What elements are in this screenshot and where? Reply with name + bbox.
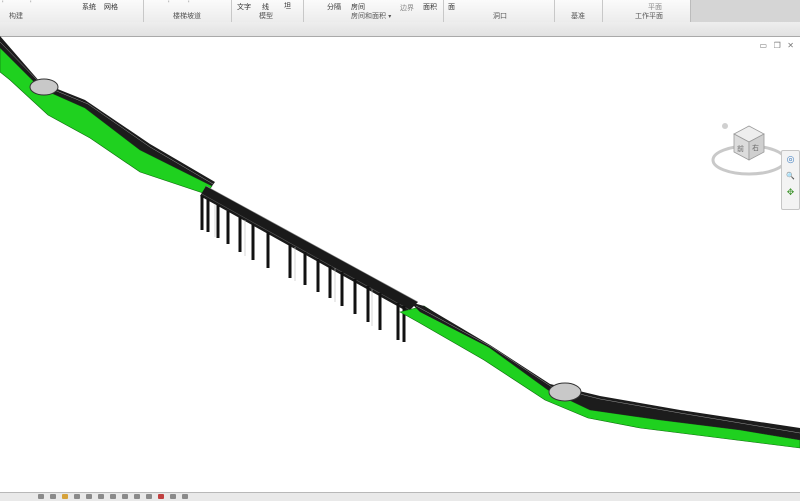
analysis-icon[interactable]: [158, 494, 164, 499]
viewcube-front-label: 前: [737, 144, 744, 153]
zoom-icon[interactable]: 🔍: [784, 170, 797, 183]
lock-icon[interactable]: [122, 494, 128, 499]
bridge-model[interactable]: [0, 0, 800, 500]
home-icon[interactable]: [722, 123, 728, 129]
visual-style-icon[interactable]: [86, 494, 92, 499]
bridge-deck: [200, 186, 418, 312]
steering-wheel-icon[interactable]: ◎: [784, 154, 797, 167]
bridge-deck-rail-top: [205, 185, 419, 303]
navigation-bar: ◎ 🔍 ✥: [781, 150, 800, 210]
viewcube-side-label: 右: [752, 143, 759, 152]
scale-icon[interactable]: [38, 494, 44, 499]
temp-hide-icon[interactable]: [134, 494, 140, 499]
reveal-hidden-icon[interactable]: [146, 494, 152, 499]
junction-node-right: [548, 382, 582, 402]
3d-viewport[interactable]: ▭ ❐ ✕ 前 右 ◎ 🔍 ✥: [0, 36, 800, 492]
pan-icon[interactable]: ✥: [784, 187, 797, 200]
constraints-icon[interactable]: [182, 494, 188, 499]
bridge-piers: [200, 196, 406, 342]
highlight-icon[interactable]: [170, 494, 176, 499]
road-left: [0, 36, 215, 186]
detail-level-icon[interactable]: [50, 494, 56, 499]
crop-view-icon[interactable]: [98, 494, 104, 499]
junction-node-left: [29, 78, 59, 96]
show-crop-icon[interactable]: [110, 494, 116, 499]
sun-path-icon[interactable]: [62, 494, 68, 499]
viewcube[interactable]: 前 右: [710, 112, 788, 182]
shadows-icon[interactable]: [74, 494, 80, 499]
